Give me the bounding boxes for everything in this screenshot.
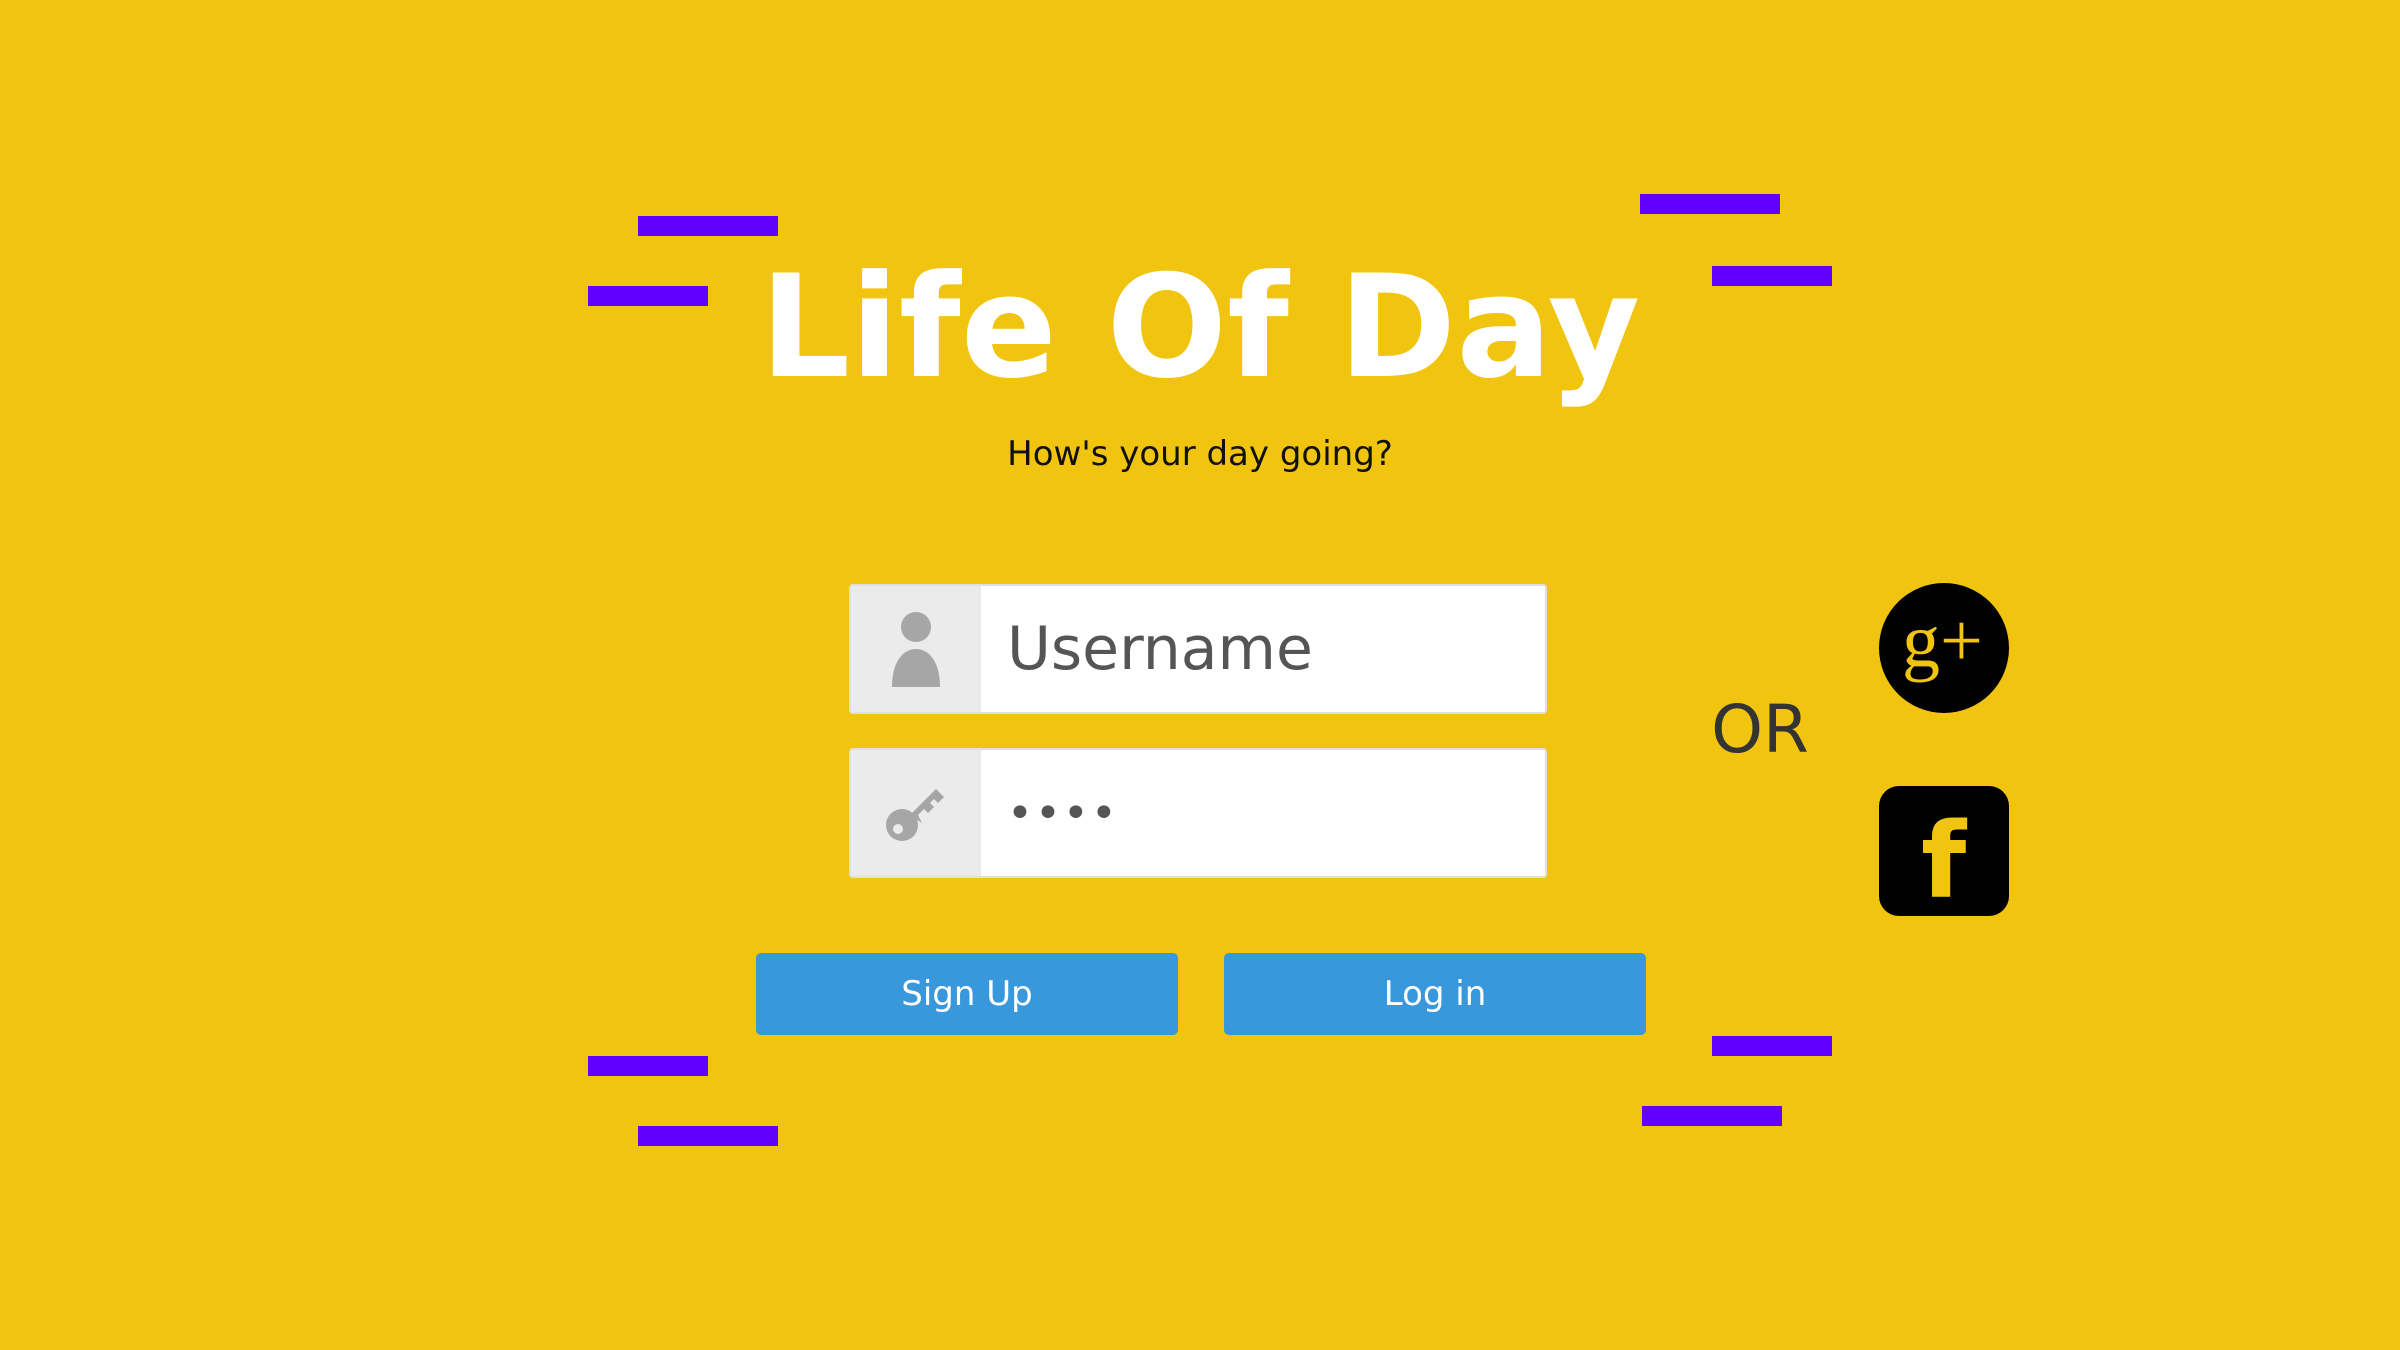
password-input[interactable]: [981, 750, 1545, 876]
password-field: [849, 748, 1547, 878]
sign-up-button[interactable]: Sign Up: [756, 953, 1178, 1035]
facebook-icon: f: [1921, 801, 1968, 901]
svg-text:f: f: [1921, 801, 1968, 901]
app-title: Life Of Day: [759, 245, 1641, 410]
facebook-button[interactable]: f: [1879, 786, 2009, 916]
user-icon: [851, 586, 981, 712]
accent-dash-bottom-left-2: [638, 1126, 778, 1146]
google-plus-icon: g+: [1902, 608, 1983, 683]
username-field: [849, 584, 1547, 714]
log-in-button[interactable]: Log in: [1224, 953, 1646, 1035]
accent-dash-top-right-1: [1640, 194, 1780, 214]
key-icon: [851, 750, 981, 876]
username-input[interactable]: [981, 586, 1545, 712]
google-plus-button[interactable]: g+: [1879, 583, 2009, 713]
accent-dash-bottom-left-1: [588, 1056, 708, 1076]
accent-dash-top-left-1: [638, 216, 778, 236]
app-tagline: How's your day going?: [1007, 434, 1393, 474]
svg-text:g+: g+: [1902, 608, 1983, 683]
or-divider-label: OR: [1711, 691, 1809, 768]
accent-dash-bottom-right-1: [1712, 1036, 1832, 1056]
accent-dash-bottom-right-2: [1642, 1106, 1782, 1126]
